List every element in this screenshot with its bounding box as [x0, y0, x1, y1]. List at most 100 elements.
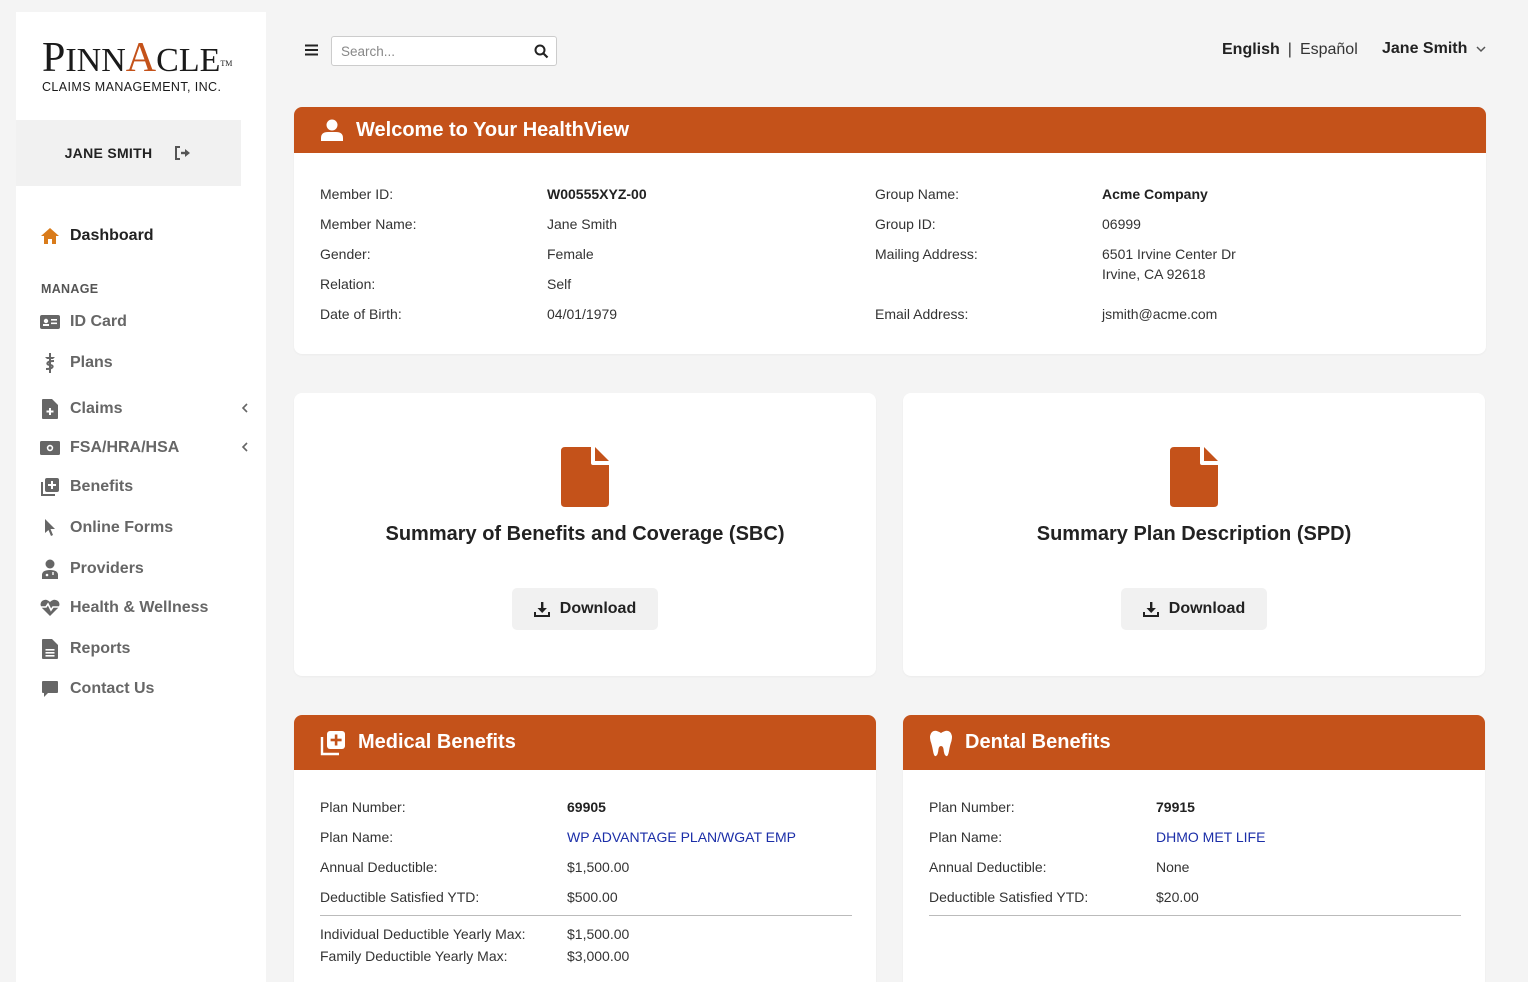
mailing-address-label: Mailing Address: — [875, 246, 978, 262]
sidebar-item-label: FSA/HRA/HSA — [70, 439, 180, 456]
document-icon — [561, 447, 609, 507]
search-input[interactable] — [332, 37, 526, 65]
file-lines-icon — [42, 639, 58, 659]
sidebar-user-name: JANE SMITH — [64, 145, 153, 161]
sidebar-item-label: Claims — [70, 400, 123, 417]
sidebar-item-label: Plans — [70, 354, 113, 371]
user-menu-name: Jane Smith — [1382, 40, 1468, 57]
dental-benefits-title: Dental Benefits — [965, 731, 1111, 753]
sidebar-item-benefits[interactable]: Benefits — [40, 475, 250, 499]
sidebar-item-providers[interactable]: Providers — [40, 557, 250, 581]
medical-plan-name-link[interactable]: WP ADVANTAGE PLAN/WGAT EMP — [567, 829, 796, 845]
sidebar-item-label: Online Forms — [70, 519, 174, 536]
relation-value: Self — [547, 276, 572, 292]
hamburger-menu-icon[interactable] — [304, 43, 320, 57]
dental-plan-number-value: 79915 — [1156, 799, 1195, 815]
spd-download-button[interactable]: Download — [1121, 588, 1267, 630]
gender-value: Female — [547, 246, 594, 262]
sidebar-item-label: Contact Us — [70, 680, 155, 697]
heart-pulse-icon — [40, 599, 60, 616]
sidebar-item-health-wellness[interactable]: Health & Wellness — [40, 596, 250, 620]
sbc-title: Summary of Benefits and Coverage (SBC) — [385, 523, 785, 545]
medical-plan-number-label: Plan Number: — [320, 799, 406, 815]
spd-title: Summary Plan Description (SPD) — [1036, 523, 1352, 545]
sidebar-item-claims[interactable]: Claims — [40, 397, 250, 421]
sidebar-item-label: Health & Wellness — [70, 599, 209, 616]
sidebar-item-label: ID Card — [70, 313, 127, 330]
welcome-title: Welcome to Your HealthView — [356, 118, 630, 141]
member-id-label: Member ID: — [320, 186, 394, 202]
sidebar-item-dashboard[interactable]: Dashboard — [40, 224, 250, 248]
sidebar-item-contact-us[interactable]: Contact Us — [40, 677, 250, 701]
sbc-card: Summary of Benefits and Coverage (SBC) D… — [294, 393, 876, 676]
search-box — [331, 36, 557, 66]
lang-espanol[interactable]: Español — [1300, 41, 1358, 59]
email-value: jsmith@acme.com — [1102, 306, 1218, 322]
group-name-value: Acme Company — [1102, 186, 1208, 202]
sidebar-item-label: Benefits — [70, 478, 134, 495]
dob-label: Date of Birth: — [320, 306, 402, 322]
sidebar-item-fsa-hra-hsa[interactable]: FSA/HRA/HSA — [40, 436, 250, 460]
pinnacle-logo[interactable]: PINNACLETM CLAIMS MANAGEMENT, INC. — [42, 37, 252, 108]
download-label: Download — [1168, 600, 1246, 617]
medical-benefits-card: Medical Benefits Plan Number: 69905 Plan… — [294, 715, 876, 982]
medical-annual-deductible-label: Annual Deductible: — [320, 859, 438, 875]
download-icon — [1142, 602, 1159, 617]
download-icon — [533, 602, 550, 617]
id-card-icon — [40, 315, 60, 329]
medical-benefits-title: Medical Benefits — [358, 731, 516, 753]
member-name-value: Jane Smith — [547, 216, 618, 232]
chevron-left-icon[interactable] — [240, 440, 250, 454]
document-icon — [1170, 447, 1218, 507]
sidebar-item-label: Dashboard — [70, 227, 154, 244]
user-icon — [321, 119, 343, 141]
dental-annual-deductible-label: Annual Deductible: — [929, 859, 1047, 875]
dental-satisfied-label: Deductible Satisfied YTD: — [929, 889, 1089, 905]
file-medical-icon — [42, 399, 58, 419]
pointer-icon — [45, 519, 55, 536]
group-id-label: Group ID: — [875, 216, 936, 232]
mailing-address-line2: Irvine, CA 92618 — [1102, 266, 1206, 282]
sidebar-item-plans[interactable]: Plans — [40, 351, 250, 375]
dental-plan-number-label: Plan Number: — [929, 799, 1015, 815]
chevron-down-icon — [1476, 46, 1486, 53]
caduceus-icon — [45, 353, 55, 373]
sidebar-item-online-forms[interactable]: Online Forms — [40, 516, 250, 540]
sidebar-item-label: Providers — [70, 560, 144, 577]
sidebar-item-id-card[interactable]: ID Card — [40, 310, 250, 334]
email-label: Email Address: — [875, 306, 969, 322]
member-id-value: W00555XYZ-00 — [547, 186, 647, 202]
user-box: JANE SMITH — [16, 120, 241, 186]
money-bill-icon — [40, 441, 60, 455]
tooth-icon — [930, 730, 952, 756]
logout-icon[interactable] — [174, 145, 192, 161]
dental-satisfied-value: $20.00 — [1156, 889, 1199, 905]
user-menu[interactable]: Jane Smith — [1382, 40, 1487, 58]
dob-value: 04/01/1979 — [547, 306, 618, 322]
medical-benefits-header: Medical Benefits — [294, 715, 876, 770]
divider — [320, 915, 852, 916]
chevron-left-icon[interactable] — [240, 401, 250, 415]
family-max-label: Family Deductible Yearly Max: — [320, 948, 508, 964]
individual-max-label: Individual Deductible Yearly Max: — [320, 926, 526, 942]
lang-english[interactable]: English — [1222, 41, 1280, 59]
member-name-label: Member Name: — [320, 216, 417, 232]
individual-max-value: $1,500.00 — [567, 926, 630, 942]
sbc-download-button[interactable]: Download — [512, 588, 658, 630]
search-icon — [534, 44, 548, 58]
gender-label: Gender: — [320, 246, 371, 262]
lang-separator: | — [1287, 41, 1292, 58]
dental-benefits-header: Dental Benefits — [903, 715, 1485, 770]
spd-card: Summary Plan Description (SPD) Download — [903, 393, 1485, 676]
user-doctor-icon — [42, 559, 58, 579]
search-button[interactable] — [526, 44, 556, 59]
home-icon — [41, 228, 59, 244]
welcome-card: Welcome to Your HealthView Member ID: W0… — [294, 107, 1486, 354]
medical-annual-deductible-value: $1,500.00 — [567, 859, 630, 875]
dental-plan-name-link[interactable]: DHMO MET LIFE — [1156, 829, 1265, 845]
group-name-label: Group Name: — [875, 186, 960, 202]
notes-medical-icon — [320, 730, 345, 755]
download-label: Download — [559, 600, 637, 617]
sidebar-item-reports[interactable]: Reports — [40, 637, 250, 661]
logo-subtitle: CLAIMS MANAGEMENT, INC. — [42, 80, 222, 94]
